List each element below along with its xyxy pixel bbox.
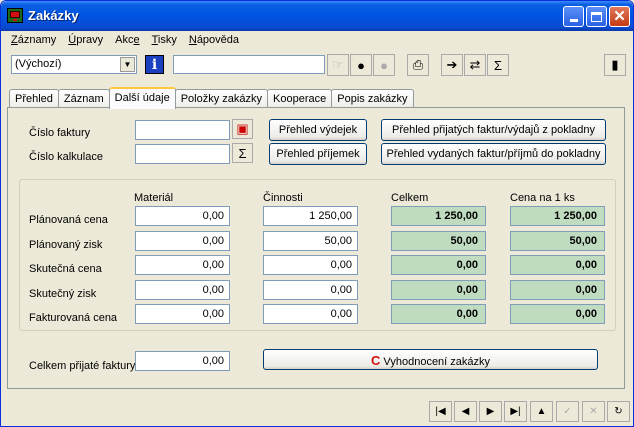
chevron-down-icon[interactable]: ▼ xyxy=(120,57,135,72)
title-bar[interactable]: Zakázky ✕ xyxy=(1,1,633,31)
received-invoices-overview-button[interactable]: Přehled přijatých faktur/výdajů z poklad… xyxy=(381,119,606,141)
sum-icon[interactable]: Σ xyxy=(487,54,509,76)
invoiced-price-cinnosti-field[interactable]: 0,00 xyxy=(263,304,358,324)
export-arrow-icon[interactable]: ➔ xyxy=(441,54,463,76)
maximize-icon xyxy=(591,11,602,22)
actual-price-cena-ks-field: 0,00 xyxy=(510,255,605,275)
sum-icon[interactable]: Σ xyxy=(232,143,253,163)
evaluate-order-label: Vyhodnocení zakázky xyxy=(383,356,491,368)
evaluate-c-icon: C xyxy=(370,353,381,368)
prior-record-icon[interactable]: ◀ xyxy=(454,401,477,422)
planned-profit-cena-ks-field: 50,00 xyxy=(510,231,605,251)
planned-price-material-field[interactable]: 0,00 xyxy=(135,206,230,226)
app-window: Zakázky ✕ Záznamy Úpravy Akce Tisky Nápo… xyxy=(0,0,634,427)
planned-price-cena-ks-field: 1 250,00 xyxy=(510,206,605,226)
transfer-icon[interactable]: ⇄ xyxy=(464,54,486,76)
tab-polozky-zakazky[interactable]: Položky zakázky xyxy=(174,89,269,109)
received-invoices-total-field[interactable]: 0,00 xyxy=(135,351,230,371)
actual-price-celkem-field: 0,00 xyxy=(391,255,486,275)
actual-profit-cinnosti-field[interactable]: 0,00 xyxy=(263,280,358,300)
minimize-button[interactable] xyxy=(563,6,584,27)
issues-overview-button[interactable]: Přehled výdejek xyxy=(269,119,367,141)
tab-zaznam[interactable]: Záznam xyxy=(57,89,110,109)
actual-profit-celkem-field: 0,00 xyxy=(391,280,486,300)
tab-dalsi-udaje[interactable]: Další údaje xyxy=(108,87,176,109)
invoice-lookup-icon[interactable]: ▣ xyxy=(232,119,253,139)
hand-pointer-icon[interactable]: ☞ xyxy=(327,54,349,76)
menu-akce[interactable]: Akce xyxy=(109,32,145,50)
invoiced-price-celkem-field: 0,00 xyxy=(391,304,486,324)
invoice-number-field[interactable] xyxy=(135,120,230,140)
globe-disabled-icon[interactable]: ● xyxy=(373,54,395,76)
actual-price-material-field[interactable]: 0,00 xyxy=(135,255,230,275)
received-invoices-total-label: Celkem přijaté faktury xyxy=(29,360,136,372)
post-check-icon[interactable]: ✓ xyxy=(556,401,579,422)
maximize-button[interactable] xyxy=(586,6,607,27)
menu-tisky[interactable]: Tisky xyxy=(146,32,183,50)
row-label-fakturovana-cena: Fakturovaná cena xyxy=(29,312,118,324)
column-header-cinnosti: Činnosti xyxy=(263,192,303,204)
menu-napoveda[interactable]: Nápověda xyxy=(183,32,245,50)
insert-record-icon[interactable]: ▲ xyxy=(530,401,553,422)
close-button[interactable]: ✕ xyxy=(609,6,630,27)
invoice-number-label: Číslo faktury xyxy=(29,127,91,139)
menu-zaznamy[interactable]: Záznamy xyxy=(5,32,62,50)
globe-icon[interactable]: ● xyxy=(350,54,372,76)
refresh-icon[interactable]: ↻ xyxy=(607,401,630,422)
row-label-planovany-zisk: Plánovaný zisk xyxy=(29,239,103,251)
next-record-icon[interactable]: ▶ xyxy=(479,401,502,422)
minimize-icon xyxy=(569,19,578,22)
printer-icon[interactable]: ⎙ xyxy=(407,54,429,76)
tab-strip: Přehled Záznam Další údaje Položky zakáz… xyxy=(9,87,414,109)
menu-bar: Záznamy Úpravy Akce Tisky Nápověda xyxy=(5,32,245,50)
view-select-value: (Výchozí) xyxy=(15,58,62,70)
tab-prehled[interactable]: Přehled xyxy=(9,89,59,109)
tab-kooperace[interactable]: Kooperace xyxy=(267,89,333,109)
actual-profit-cena-ks-field: 0,00 xyxy=(510,280,605,300)
last-record-icon[interactable]: ▶| xyxy=(504,401,527,422)
planned-profit-material-field[interactable]: 0,00 xyxy=(135,231,230,251)
row-label-skutecny-zisk: Skutečný zisk xyxy=(29,288,97,300)
app-tv-icon xyxy=(7,8,23,23)
first-record-icon[interactable]: |◀ xyxy=(429,401,452,422)
row-label-skutecna-cena: Skutečná cena xyxy=(29,263,102,275)
planned-price-celkem-field: 1 250,00 xyxy=(391,206,486,226)
column-header-celkem: Celkem xyxy=(391,192,429,204)
invoiced-price-material-field[interactable]: 0,00 xyxy=(135,304,230,324)
cancel-x-icon[interactable]: ✕ xyxy=(582,401,605,422)
calculation-number-field[interactable] xyxy=(135,144,230,164)
planned-profit-celkem-field: 50,00 xyxy=(391,231,486,251)
calculation-number-label: Číslo kalkulace xyxy=(29,151,103,163)
record-navigator: |◀ ◀ ▶ ▶| ▲ ✓ ✕ ↻ xyxy=(5,399,631,425)
receipts-overview-button[interactable]: Přehled příjemek xyxy=(269,143,367,165)
evaluate-order-button[interactable]: C Vyhodnocení zakázky xyxy=(263,349,598,370)
exit-door-icon[interactable]: ▮ xyxy=(604,54,626,76)
column-header-cena-ks: Cena na 1 ks xyxy=(510,192,575,204)
toolbar: (Výchozí) ▼ i ☞ ● ● ⎙ ➔ ⇄ Σ ▮ xyxy=(5,51,631,81)
window-title: Zakázky xyxy=(28,8,79,23)
actual-profit-material-field[interactable]: 0,00 xyxy=(135,280,230,300)
planned-profit-cinnosti-field[interactable]: 50,00 xyxy=(263,231,358,251)
view-select[interactable]: (Výchozí) ▼ xyxy=(11,55,137,74)
close-icon: ✕ xyxy=(613,8,626,25)
invoiced-price-cena-ks-field: 0,00 xyxy=(510,304,605,324)
tab-popis-zakazky[interactable]: Popis zakázky xyxy=(331,89,414,109)
planned-price-cinnosti-field[interactable]: 1 250,00 xyxy=(263,206,358,226)
info-icon[interactable]: i xyxy=(145,55,164,74)
column-header-material: Materiál xyxy=(134,192,174,204)
menu-upravy[interactable]: Úpravy xyxy=(62,32,109,50)
search-input[interactable] xyxy=(173,55,325,74)
issued-invoices-overview-button[interactable]: Přehled vydaných faktur/příjmů do poklad… xyxy=(381,143,606,165)
actual-price-cinnosti-field[interactable]: 0,00 xyxy=(263,255,358,275)
row-label-planovana-cena: Plánovaná cena xyxy=(29,214,108,226)
